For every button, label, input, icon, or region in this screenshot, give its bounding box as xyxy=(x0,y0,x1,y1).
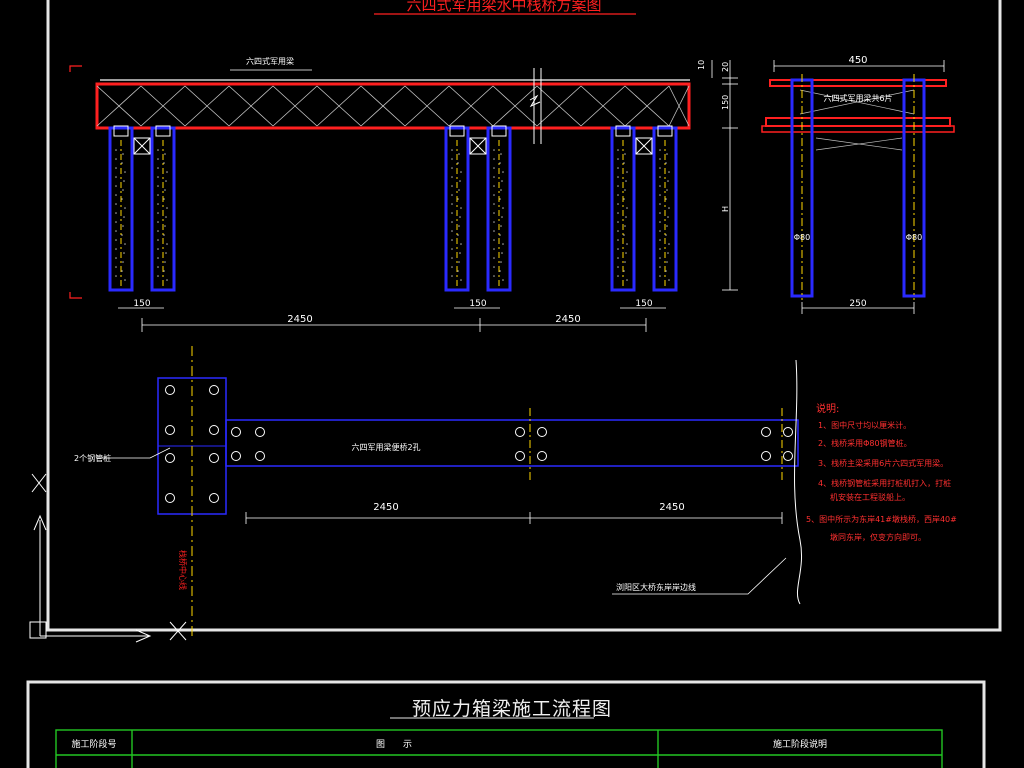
dim-pile-gap-1: 150 xyxy=(133,299,150,309)
section-pile-dia-right: Φ80 xyxy=(906,233,922,242)
beam-outline xyxy=(95,82,691,130)
vertical-dimensions xyxy=(711,60,738,291)
bolt-hole xyxy=(761,427,771,437)
bolt-hole xyxy=(209,453,219,463)
section-pile-spacing: 250 xyxy=(849,299,866,309)
section-pile-dia-left: Φ80 xyxy=(794,233,810,242)
dim-span-1: 2450 xyxy=(287,314,312,325)
horizontal-dimensions xyxy=(118,307,666,332)
bolt-hole xyxy=(537,427,547,437)
table-header-stage-no: 施工阶段号 xyxy=(71,738,116,750)
pile-group xyxy=(444,125,512,292)
plan-bolt-holes xyxy=(165,385,793,503)
note-item: 2、栈桥采用Φ80钢管桩。 xyxy=(818,438,912,448)
bolt-hole xyxy=(515,427,525,437)
sheet2-title: 预应力箱梁施工流程图 xyxy=(411,698,612,720)
bolt-hole xyxy=(209,493,219,503)
ucs-icon xyxy=(29,473,187,643)
pile-group xyxy=(610,125,678,292)
bridge-deck-plan xyxy=(225,419,799,467)
dim-pile-gap-3: 150 xyxy=(635,299,652,309)
beam-label: 六四式军用梁 xyxy=(246,56,294,66)
dim-h: H xyxy=(721,206,730,212)
plan-span-2: 2450 xyxy=(659,502,684,513)
elevation-corner-markers xyxy=(69,65,82,299)
steel-pipe-pile xyxy=(610,126,636,292)
plan-axis-label: 栈桥中心线 xyxy=(178,550,188,590)
section-width-dim: 450 xyxy=(848,55,867,66)
steel-pipe-pile xyxy=(444,126,470,292)
beam-truss-diagonals xyxy=(96,85,690,127)
bolt-hole xyxy=(255,427,265,437)
bolt-hole xyxy=(165,425,175,435)
pile-group xyxy=(108,125,176,292)
bolt-hole xyxy=(537,451,547,461)
notes-heading: 说明: xyxy=(816,402,839,415)
steel-pipe-pile xyxy=(652,126,678,292)
steel-pipe-pile xyxy=(486,126,512,292)
dim-10: 10 xyxy=(697,60,706,70)
plan-span-1: 2450 xyxy=(373,502,398,513)
bolt-hole xyxy=(515,451,525,461)
dim-20: 20 xyxy=(721,62,730,72)
bolt-hole xyxy=(209,425,219,435)
bolt-hole xyxy=(783,451,793,461)
note-item: 4、栈桥钢管桩采用打桩机打入，打桩 xyxy=(818,478,951,488)
bolt-hole xyxy=(231,427,241,437)
table-header-stage-desc: 施工阶段说明 xyxy=(773,738,827,750)
note-item: 1、图中尺寸均以厘米计。 xyxy=(818,420,911,430)
bank-line xyxy=(794,359,802,605)
plan-pile-label: 2个钢管桩 xyxy=(74,453,111,463)
bolt-hole xyxy=(761,451,771,461)
bolt-hole xyxy=(209,385,219,395)
dim-span-2: 2450 xyxy=(555,314,580,325)
plan-view xyxy=(96,346,802,640)
dim-150: 150 xyxy=(721,95,730,110)
section-beam-label: 六四式军用梁共6片 xyxy=(823,93,892,103)
note-item: 机安装在工程驳船上。 xyxy=(830,492,910,502)
note-item: 墩同东岸，仅变方向即可。 xyxy=(830,532,926,542)
cad-drawing-canvas: 六四式军用梁水中栈桥方案图 六四式军用梁 10 20 150 H 150 150… xyxy=(26,0,1002,768)
steel-pipe-pile xyxy=(150,126,176,292)
bolt-hole xyxy=(231,451,241,461)
dim-pile-gap-2: 150 xyxy=(469,299,486,309)
bolt-hole xyxy=(255,451,265,461)
plan-bank-label: 浏阳区大桥东岸岸边线 xyxy=(616,582,696,592)
steel-pipe-pile xyxy=(108,126,134,292)
bolt-hole xyxy=(165,493,175,503)
bolt-hole xyxy=(165,453,175,463)
plan-bridge-label: 六四军用梁便桥2孔 xyxy=(351,442,420,452)
sheet1-title: 六四式军用梁水中栈桥方案图 xyxy=(406,0,601,14)
design-notes: 说明: 1、图中尺寸均以厘米计。 2、栈桥采用Φ80钢管桩。 3、栈桥主梁采用6… xyxy=(806,402,957,542)
pile-groups-elevation xyxy=(108,125,678,292)
bolt-hole xyxy=(783,427,793,437)
note-item: 5、图中所示为东岸41#墩栈桥，西岸40# xyxy=(806,514,957,524)
table-header-diagram: 图 示 xyxy=(376,739,412,750)
note-item: 3、栈桥主梁采用6片六四式军用梁。 xyxy=(818,458,948,468)
bolt-hole xyxy=(165,385,175,395)
